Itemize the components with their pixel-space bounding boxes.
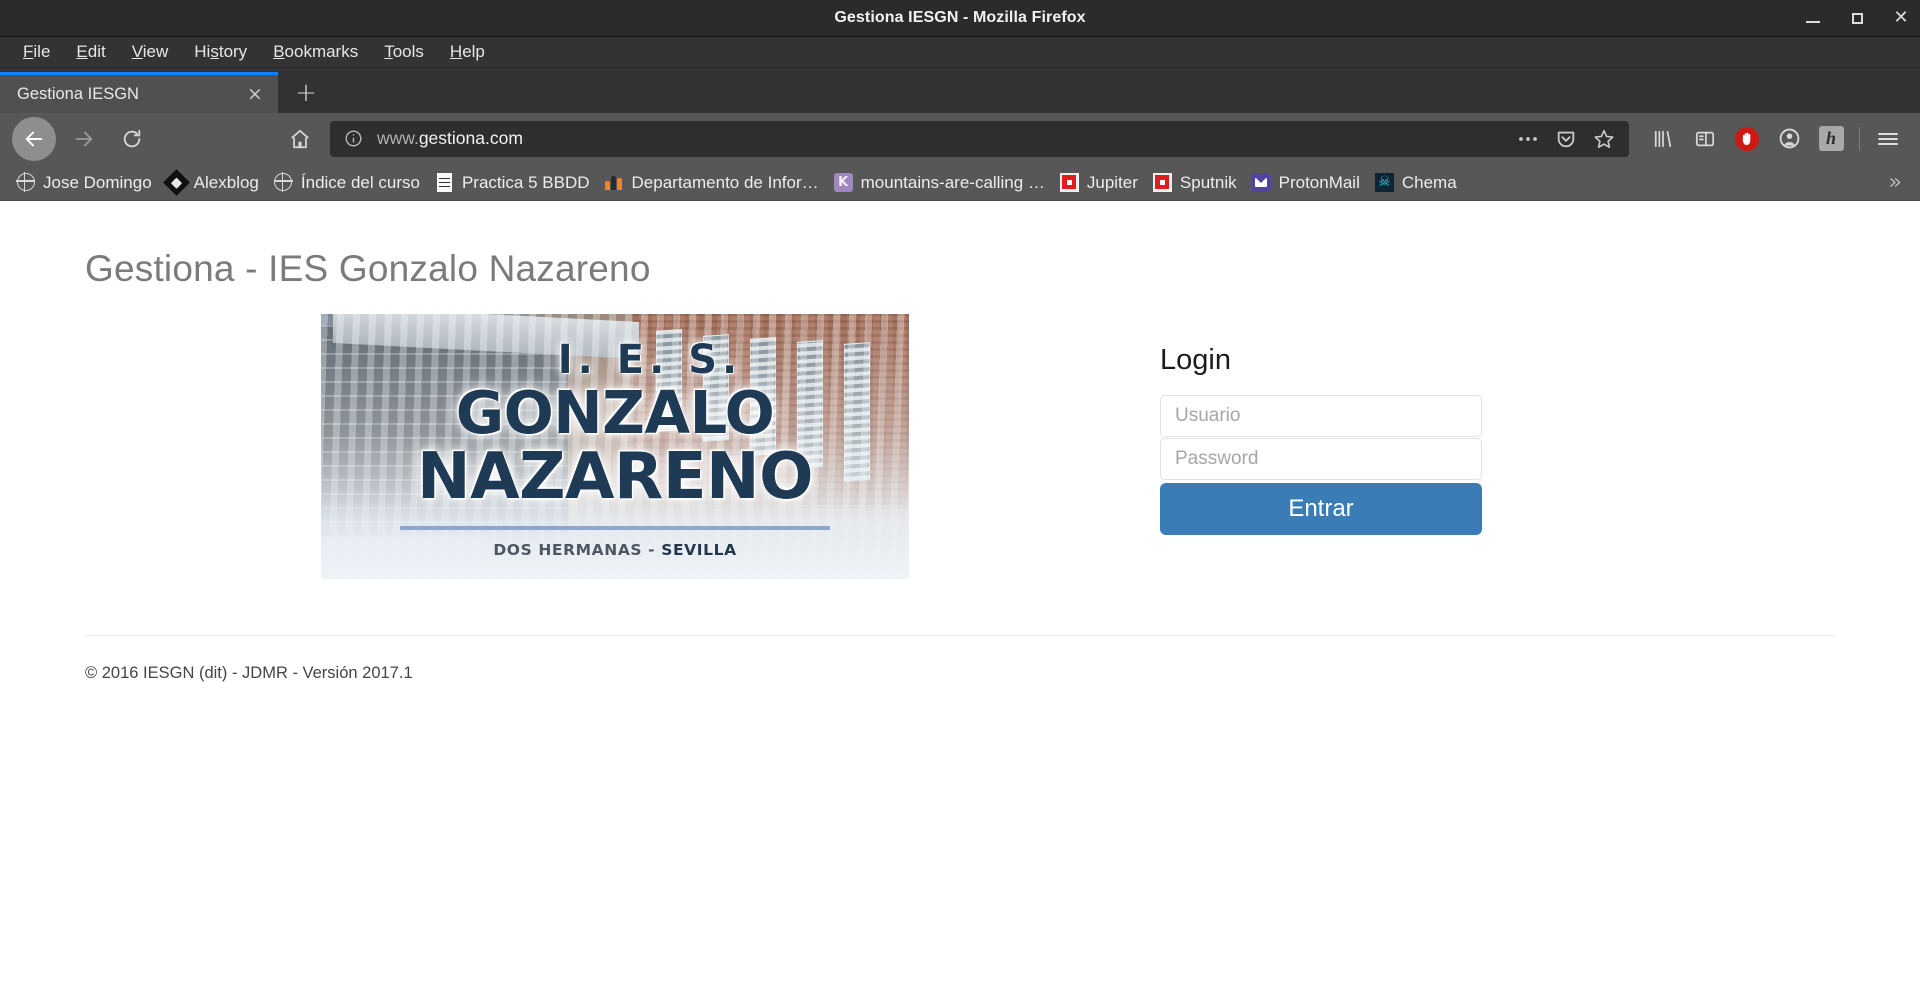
purple-k-icon: K: [833, 172, 853, 192]
banner-subtitle-city: DOS HERMANAS -: [493, 541, 662, 560]
bookmark-label: Departamento de Infor…: [631, 172, 819, 192]
bookmark-label: Chema: [1401, 172, 1457, 192]
hypothesis-icon[interactable]: h: [1811, 121, 1851, 157]
ublock-origin-icon[interactable]: [1727, 121, 1767, 157]
diamond-icon: [162, 168, 190, 196]
pocket-icon[interactable]: [1549, 124, 1583, 154]
bookmark-sputnik[interactable]: Sputnik: [1147, 170, 1246, 195]
menu-item-edit[interactable]: Edit: [63, 39, 118, 65]
banner-column: I. E. S. GONZALO NAZARENO DOS HERMANAS -…: [0, 314, 1160, 579]
navigation-toolbar: www.gestiona.com h: [0, 113, 1920, 164]
window-title: Gestiona IESGN - Mozilla Firefox: [834, 9, 1086, 26]
url-bar[interactable]: www.gestiona.com: [330, 120, 1629, 157]
maximize-icon[interactable]: [1848, 9, 1866, 27]
home-icon[interactable]: [278, 121, 322, 157]
info-icon[interactable]: [342, 128, 364, 150]
tab-close-icon[interactable]: ×: [240, 83, 270, 105]
new-tab-button[interactable]: +: [278, 72, 334, 113]
footer-text: © 2016 IESGN (dit) - JDMR - Versión 2017…: [85, 664, 413, 682]
bookmark-departamento-de-informatica[interactable]: Departamento de Infor…: [599, 170, 828, 195]
menu-item-history[interactable]: History: [181, 39, 260, 65]
bookmarks-overflow-icon[interactable]: »: [1889, 170, 1914, 195]
page-actions-icon[interactable]: [1511, 124, 1545, 154]
red-square-icon: [1059, 172, 1079, 192]
globe-icon: [15, 172, 36, 192]
bookmark-label: Practica 5 BBDD: [461, 172, 590, 192]
banner-line-nazareno: NAZARENO: [417, 439, 814, 514]
bookmark-practica-5-bbdd[interactable]: Practica 5 BBDD: [429, 170, 599, 195]
bookmark-protonmail[interactable]: ProtonMail: [1246, 170, 1369, 195]
banner-rule: [400, 526, 830, 531]
banner-text: I. E. S. GONZALO NAZARENO DOS HERMANAS -…: [321, 314, 909, 579]
main-content-row: I. E. S. GONZALO NAZARENO DOS HERMANAS -…: [0, 290, 1920, 579]
globe-icon: [273, 172, 294, 192]
banner-subtitle: DOS HERMANAS - SEVILLA: [493, 541, 736, 559]
bookmark-indice-del-curso[interactable]: Índice del curso: [268, 170, 429, 195]
url-bar-actions: [1511, 124, 1621, 154]
bookmark-jose-domingo[interactable]: Jose Domingo: [10, 170, 161, 195]
library-icon[interactable]: [1643, 121, 1683, 157]
account-icon[interactable]: [1769, 121, 1809, 157]
tab-title: Gestiona IESGN: [17, 84, 139, 103]
toolbar-extensions: h: [1643, 121, 1851, 157]
menu-item-help[interactable]: Help: [437, 39, 498, 65]
tab-strip: Gestiona IESGN × +: [0, 68, 1920, 113]
login-heading: Login: [1160, 344, 1231, 376]
url-text[interactable]: www.gestiona.com: [377, 128, 1511, 149]
reload-icon[interactable]: [110, 121, 154, 157]
protonmail-icon: [1251, 172, 1271, 192]
bookmark-label: mountains-are-calling …: [860, 172, 1045, 192]
bookmark-label: Jose Domingo: [43, 172, 152, 192]
red-square-icon: [1152, 172, 1172, 192]
menu-item-tools[interactable]: Tools: [371, 39, 437, 65]
toolbar-separator: [1859, 126, 1860, 151]
banner-subtitle-province: SEVILLA: [661, 541, 737, 560]
url-scheme: www.: [377, 128, 419, 148]
bookmark-label: ProtonMail: [1278, 172, 1360, 192]
menu-item-bookmarks[interactable]: Bookmarks: [260, 39, 371, 65]
skull-icon: ☠: [1374, 172, 1394, 192]
document-icon: [435, 172, 454, 192]
bookmark-chema[interactable]: ☠ Chema: [1369, 170, 1466, 195]
forward-arrow-icon[interactable]: [62, 121, 106, 157]
banner-line-gonzalo: GONZALO: [455, 377, 775, 447]
username-input[interactable]: [1160, 395, 1482, 437]
bookmark-label: Jupiter: [1086, 172, 1138, 192]
bookmarks-toolbar: Jose Domingo Alexblog Índice del curso P…: [0, 164, 1920, 201]
star-icon[interactable]: [1587, 124, 1621, 154]
banner-line-ies: I. E. S.: [557, 336, 743, 383]
bookmark-alexblog[interactable]: Alexblog: [161, 168, 268, 196]
menu-item-view[interactable]: View: [119, 39, 182, 65]
submit-button[interactable]: Entrar: [1160, 483, 1482, 535]
bookmark-label: Índice del curso: [300, 172, 420, 192]
url-host: gestiona.com: [418, 128, 523, 148]
menu-bar: File Edit View History Bookmarks Tools H…: [0, 37, 1920, 68]
page-viewport: Gestiona - IES Gonzalo Nazareno I. E. S.…: [0, 201, 1920, 992]
login-form: Entrar: [1160, 395, 1482, 535]
bookmark-mountains-are-calling[interactable]: K mountains-are-calling …: [828, 170, 1054, 195]
minimize-icon[interactable]: [1804, 9, 1822, 27]
bookmark-label: Sputnik: [1179, 172, 1237, 192]
school-banner-image: I. E. S. GONZALO NAZARENO DOS HERMANAS -…: [321, 314, 909, 579]
hypothesis-glyph: h: [1818, 126, 1844, 151]
page-title: Gestiona - IES Gonzalo Nazareno: [85, 248, 651, 289]
window-titlebar: Gestiona IESGN - Mozilla Firefox ✕: [0, 0, 1920, 37]
login-column: Login Entrar: [1160, 314, 1560, 535]
bookmark-label: Alexblog: [193, 172, 259, 192]
browser-window: Gestiona IESGN - Mozilla Firefox ✕ File …: [0, 0, 1920, 992]
password-input[interactable]: [1160, 438, 1482, 480]
moodle-icon: [604, 173, 624, 192]
menu-item-file[interactable]: File: [10, 39, 63, 65]
hamburger-menu-icon[interactable]: [1868, 121, 1908, 157]
back-arrow-icon[interactable]: [12, 116, 56, 161]
sidebar-icon[interactable]: [1685, 121, 1725, 157]
window-controls: ✕: [1804, 0, 1910, 36]
close-icon[interactable]: ✕: [1892, 9, 1910, 27]
bookmark-jupiter[interactable]: Jupiter: [1054, 170, 1147, 195]
browser-tab-active[interactable]: Gestiona IESGN ×: [0, 72, 278, 113]
